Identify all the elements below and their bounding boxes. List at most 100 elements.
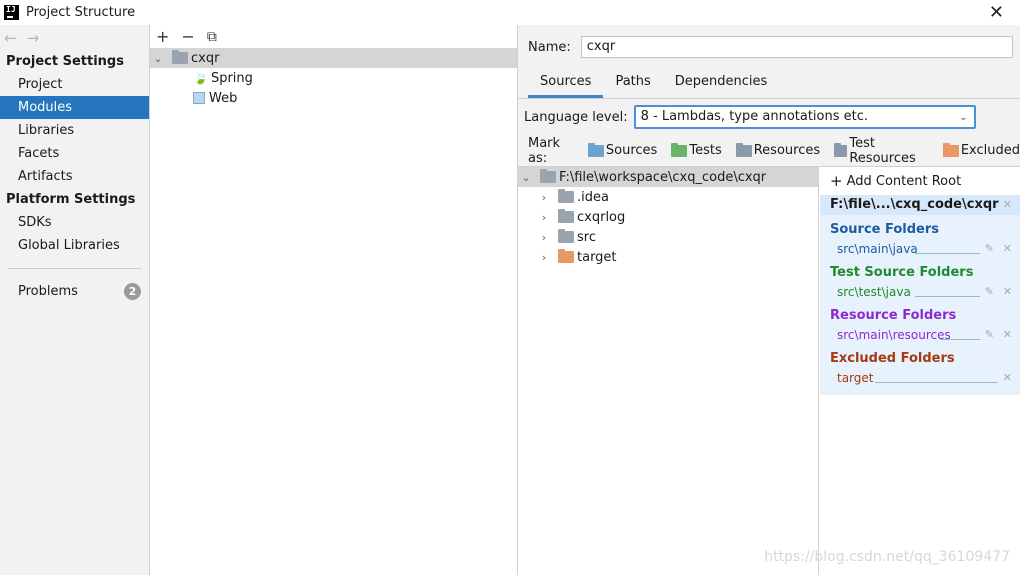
language-level-select[interactable]: 8 - Lambdas, type annotations etc. ⌄ — [633, 105, 976, 129]
language-level-value: 8 - Lambdas, type annotations etc. — [640, 109, 869, 124]
excluded-folders-header: Excluded Folders — [830, 351, 955, 366]
modules-toolbar: + − ⧉ — [150, 25, 517, 48]
chevron-down-icon[interactable]: ⌄ — [150, 52, 166, 65]
folder-name: .idea — [577, 189, 609, 205]
project-structure-window: IJ Project Structure ✕ ← → Project Setti… — [0, 0, 1020, 575]
module-settings-pane: Name: cxqr Sources Paths Dependencies La… — [518, 25, 1020, 575]
tree-row-folder[interactable]: › cxqrlog — [518, 207, 818, 227]
tab-sources[interactable]: Sources — [528, 68, 604, 98]
folder-icon — [558, 229, 574, 243]
chevron-right-icon[interactable]: › — [536, 191, 552, 204]
mark-test-resources-label: Test Resources — [849, 135, 916, 166]
module-folder-icon — [172, 50, 188, 64]
chevron-right-icon[interactable]: › — [536, 231, 552, 244]
sidebar-item-project[interactable]: Project — [0, 73, 149, 96]
sidebar-item-global-libraries[interactable]: Global Libraries — [0, 234, 149, 257]
sidebar-item-artifacts[interactable]: Artifacts — [0, 165, 149, 188]
tree-row-folder[interactable]: › src — [518, 227, 818, 247]
language-level-row: Language level: 8 - Lambdas, type annota… — [518, 99, 1020, 135]
tree-row-root[interactable]: ⌄ F:\file\workspace\cxq_code\cxqr — [518, 167, 818, 187]
resource-folders-header: Resource Folders — [830, 308, 957, 323]
content-area: ⌄ F:\file\workspace\cxq_code\cxqr › .ide… — [518, 167, 1020, 575]
resource-folder-item[interactable]: src\main\resources ✎ ✕ — [820, 326, 1020, 344]
content-root-path-label: F:\file\...\cxq_code\cxqr — [830, 197, 999, 212]
chevron-right-icon[interactable]: › — [536, 211, 552, 224]
facet-spring-label: Spring — [210, 70, 253, 86]
tree-row-folder[interactable]: › .idea — [518, 187, 818, 207]
content-root-path: F:\file\...\cxq_code\cxqr ✕ — [820, 195, 1020, 215]
mark-resources-button[interactable]: Resources — [735, 142, 821, 158]
chevron-down-icon[interactable]: ⌄ — [518, 171, 534, 184]
copy-icon[interactable]: ⧉ — [207, 29, 217, 45]
module-name: cxqr — [191, 50, 220, 66]
plus-icon: + — [830, 172, 843, 190]
web-facet-icon — [193, 92, 205, 104]
mark-sources-button[interactable]: Sources — [587, 142, 658, 158]
problems-count-badge: 2 — [124, 283, 141, 300]
test-source-folder-item[interactable]: src\test\java ✎ ✕ — [820, 283, 1020, 301]
window-title: Project Structure — [26, 5, 136, 20]
sources-folder-icon — [587, 142, 604, 157]
add-content-root-button[interactable]: + Add Content Root — [820, 167, 1020, 195]
module-row-cxqr[interactable]: ⌄ cxqr — [150, 48, 517, 68]
mark-test-resources-button[interactable]: Test Resources — [834, 136, 929, 166]
facet-row-web[interactable]: Web — [150, 88, 517, 108]
divider — [875, 382, 998, 383]
content-root-tree: ⌄ F:\file\workspace\cxq_code\cxqr › .ide… — [518, 167, 819, 575]
edit-icon[interactable]: ✎ — [985, 326, 994, 344]
remove-icon[interactable]: ✕ — [1003, 240, 1012, 258]
source-folder-item[interactable]: src\main\java ✎ ✕ — [820, 240, 1020, 258]
module-name-input[interactable]: cxqr — [580, 36, 1013, 58]
facet-web-label: Web — [209, 90, 238, 106]
folder-name: target — [577, 249, 617, 265]
excluded-folder-item[interactable]: target ✕ — [820, 369, 1020, 387]
sidebar-item-problems[interactable]: Problems 2 — [0, 280, 149, 303]
facet-row-spring[interactable]: 🍃 Spring — [150, 68, 517, 88]
test-source-folder-path: src\test\java — [837, 285, 911, 299]
modules-pane: + − ⧉ ⌄ cxqr 🍃 Spring Web — [150, 25, 518, 575]
mark-as-toolbar: Mark as: Sources Tests Resources Test Re… — [518, 135, 1020, 167]
sidebar-item-libraries[interactable]: Libraries — [0, 119, 149, 142]
source-folder-path: src\main\java — [837, 242, 918, 256]
add-icon[interactable]: + — [156, 27, 169, 46]
remove-icon[interactable]: ✕ — [1003, 326, 1012, 344]
sidebar-item-facets[interactable]: Facets — [0, 142, 149, 165]
mark-resources-label: Resources — [753, 143, 821, 158]
close-icon[interactable]: ✕ — [989, 2, 1004, 23]
title-bar: IJ Project Structure ✕ — [0, 0, 1020, 25]
remove-icon[interactable]: ✕ — [1003, 369, 1012, 387]
test-resources-folder-icon — [834, 142, 848, 157]
folder-name: cxqrlog — [577, 209, 626, 225]
mark-tests-button[interactable]: Tests — [671, 142, 722, 158]
tests-folder-icon — [671, 142, 688, 157]
remove-icon[interactable]: − — [181, 27, 194, 46]
platform-settings-header: Platform Settings — [6, 192, 136, 207]
excluded-folder-path: target — [837, 371, 874, 385]
folder-icon — [558, 209, 574, 223]
tab-paths[interactable]: Paths — [603, 68, 662, 98]
sidebar-item-sdks[interactable]: SDKs — [0, 211, 149, 234]
chevron-down-icon: ⌄ — [959, 112, 968, 123]
forward-arrow-icon[interactable]: → — [27, 29, 40, 47]
settings-sidebar: ← → Project Settings Project Modules Lib… — [0, 25, 150, 575]
divider — [915, 296, 980, 297]
root-path-label: F:\file\workspace\cxq_code\cxqr — [559, 169, 767, 185]
sidebar-divider — [8, 268, 141, 269]
back-arrow-icon[interactable]: ← — [4, 29, 17, 47]
divider — [940, 339, 980, 340]
tab-dependencies[interactable]: Dependencies — [663, 68, 780, 98]
sidebar-item-modules[interactable]: Modules — [0, 96, 149, 119]
source-folders-header: Source Folders — [830, 222, 940, 237]
mark-excluded-button[interactable]: Excluded — [942, 142, 1020, 158]
tree-row-folder[interactable]: › target — [518, 247, 818, 267]
content-root-box: F:\file\...\cxq_code\cxqr ✕ Source Folde… — [820, 195, 1020, 395]
mark-as-label: Mark as: — [528, 135, 561, 166]
remove-icon[interactable]: ✕ — [1003, 283, 1012, 301]
remove-root-icon[interactable]: ✕ — [1003, 195, 1012, 215]
chevron-right-icon[interactable]: › — [536, 251, 552, 264]
resources-folder-icon — [735, 142, 752, 157]
edit-icon[interactable]: ✎ — [985, 283, 994, 301]
edit-icon[interactable]: ✎ — [985, 240, 994, 258]
mark-sources-label: Sources — [605, 143, 658, 158]
watermark: https://blog.csdn.net/qq_36109477 — [764, 549, 1010, 565]
